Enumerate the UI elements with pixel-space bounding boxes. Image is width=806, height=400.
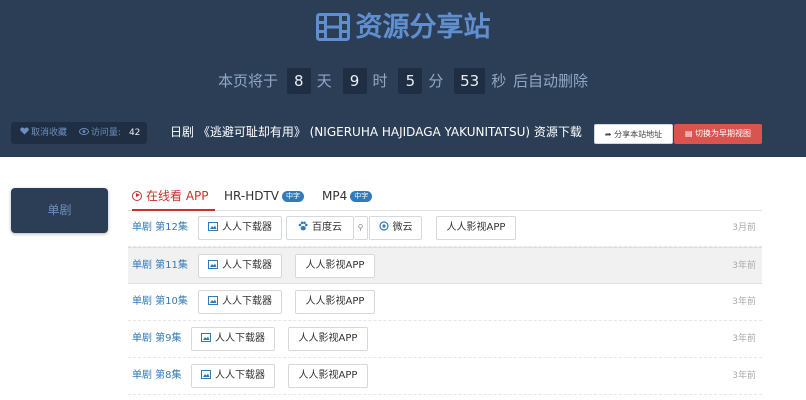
- downloader-icon: [208, 259, 218, 269]
- renren-downloader-button[interactable]: 人人下载器: [191, 364, 275, 388]
- episode-row: 单剧 第10集 人人下载器 人人影视APP 3年前: [128, 284, 762, 321]
- title-marquee: 日剧 《逃避可耻却有用》 (NIGERUHA HAJIDAGA YAKUNITA…: [170, 125, 582, 139]
- play-icon: [132, 190, 142, 201]
- tab-hr-hdtv-label: HR-HDTV: [224, 189, 280, 203]
- button-label: 人人下载器: [222, 222, 272, 233]
- episode-row: 单剧 第9集 人人下载器 人人影视APP 3年前: [128, 321, 762, 358]
- renren-app-button[interactable]: 人人影视APP: [295, 254, 375, 278]
- stats-bar: 取消收藏 访问量: 42: [11, 122, 147, 144]
- countdown-seconds-unit: 秒: [491, 72, 507, 90]
- tab-online[interactable]: 在线看 APP: [132, 185, 215, 211]
- episode-time: 3月前: [732, 223, 756, 233]
- downloader-icon: [208, 221, 218, 231]
- renren-app-button[interactable]: 人人影视APP: [295, 290, 375, 314]
- visits-label: 访问量:: [90, 128, 121, 138]
- button-label: 人人下载器: [215, 333, 265, 344]
- site-title: 资源分享站: [0, 10, 806, 46]
- countdown-hours-unit: 时: [372, 72, 388, 90]
- button-label: 人人下载器: [215, 370, 265, 381]
- button-label: 人人下载器: [222, 260, 272, 271]
- renren-downloader-button[interactable]: 人人下载器: [191, 327, 275, 351]
- episode-row: 单剧 第11集 人人下载器 人人影视APP 3年前: [128, 247, 762, 284]
- tab-bar: 在线看 APP HR-HDTV 中字 MP4 中字: [128, 182, 762, 211]
- eye-icon: [78, 122, 89, 144]
- header: 资源分享站 本页将于 8天 9时 5分 53 秒 后自动删除 取消收藏 访问量: 4…: [0, 0, 806, 157]
- film-icon: [315, 12, 350, 41]
- renren-app-button[interactable]: 人人影视APP: [288, 327, 368, 351]
- renren-app-button[interactable]: 人人影视APP: [288, 364, 368, 388]
- tab-mp4-label: MP4: [322, 189, 348, 203]
- countdown-minutes: 5: [398, 68, 423, 94]
- switch-view-label: 切换为早期视图: [695, 129, 752, 138]
- switch-view-button[interactable]: ▤ 切换为早期视图: [674, 124, 762, 144]
- countdown-prefix: 本页将于: [217, 72, 278, 90]
- countdown-minutes-unit: 分: [428, 72, 444, 90]
- button-label: 百度云: [312, 222, 342, 233]
- tab-online-label: 在线看 APP: [146, 189, 209, 203]
- episode-label: 单剧 第11集: [132, 260, 188, 271]
- share-button-label: 分享本站地址: [614, 130, 663, 139]
- button-label: 人人下载器: [222, 296, 272, 307]
- downloader-icon: [201, 332, 211, 342]
- weiyun-button[interactable]: 微云: [369, 216, 422, 240]
- episode-time: 3年前: [732, 261, 756, 271]
- episode-label: 单剧 第12集: [132, 222, 188, 233]
- countdown-seconds: 53: [454, 68, 486, 94]
- search-icon[interactable]: ⚲: [354, 216, 368, 240]
- countdown-hours: 9: [342, 68, 367, 94]
- episode-time: 3年前: [732, 371, 756, 381]
- episode-row: 单剧 第12集 人人下载器 百度云 ⚲ 微云 人人影视APP 3月前: [128, 210, 762, 247]
- target-icon: [378, 221, 389, 231]
- episode-label: 单剧 第9集: [132, 333, 182, 344]
- downloader-icon: [208, 295, 218, 305]
- episode-time: 3年前: [732, 297, 756, 307]
- share-button[interactable]: ➦ 分享本站地址: [594, 124, 673, 144]
- countdown-days-unit: 天: [316, 72, 332, 90]
- subtitle-badge: 中字: [282, 191, 305, 202]
- episode-label: 单剧 第8集: [132, 370, 182, 381]
- countdown-days: 8: [286, 68, 311, 94]
- paw-icon: [298, 221, 308, 231]
- tab-hr-hdtv[interactable]: HR-HDTV 中字: [224, 185, 305, 209]
- tab-mp4[interactable]: MP4 中字: [322, 185, 373, 209]
- episode-label: 单剧 第10集: [132, 296, 188, 307]
- downloader-icon: [201, 369, 211, 379]
- countdown: 本页将于 8天 9时 5分 53 秒 后自动删除: [0, 68, 806, 94]
- unfavorite-link[interactable]: 取消收藏: [31, 128, 67, 138]
- countdown-suffix: 后自动删除: [513, 72, 589, 90]
- renren-downloader-button[interactable]: 人人下载器: [198, 254, 282, 278]
- episode-time: 3年前: [732, 334, 756, 344]
- renren-app-button[interactable]: 人人影视APP: [436, 216, 516, 240]
- sidebar-item-category[interactable]: 单剧: [11, 188, 108, 233]
- button-label: 微云: [392, 222, 413, 233]
- list-icon: ▤: [684, 129, 693, 138]
- visits-count: 42: [128, 128, 141, 138]
- heart-icon[interactable]: [20, 122, 29, 144]
- site-title-text: 资源分享站: [355, 12, 491, 43]
- renren-downloader-button[interactable]: 人人下载器: [198, 290, 282, 314]
- baidu-cloud-button[interactable]: 百度云: [286, 216, 354, 240]
- subtitle-badge: 中字: [350, 191, 373, 202]
- renren-downloader-button[interactable]: 人人下载器: [198, 216, 282, 240]
- episode-row: 单剧 第8集 人人下载器 人人影视APP 3年前: [128, 358, 762, 395]
- share-icon: ➦: [604, 130, 612, 139]
